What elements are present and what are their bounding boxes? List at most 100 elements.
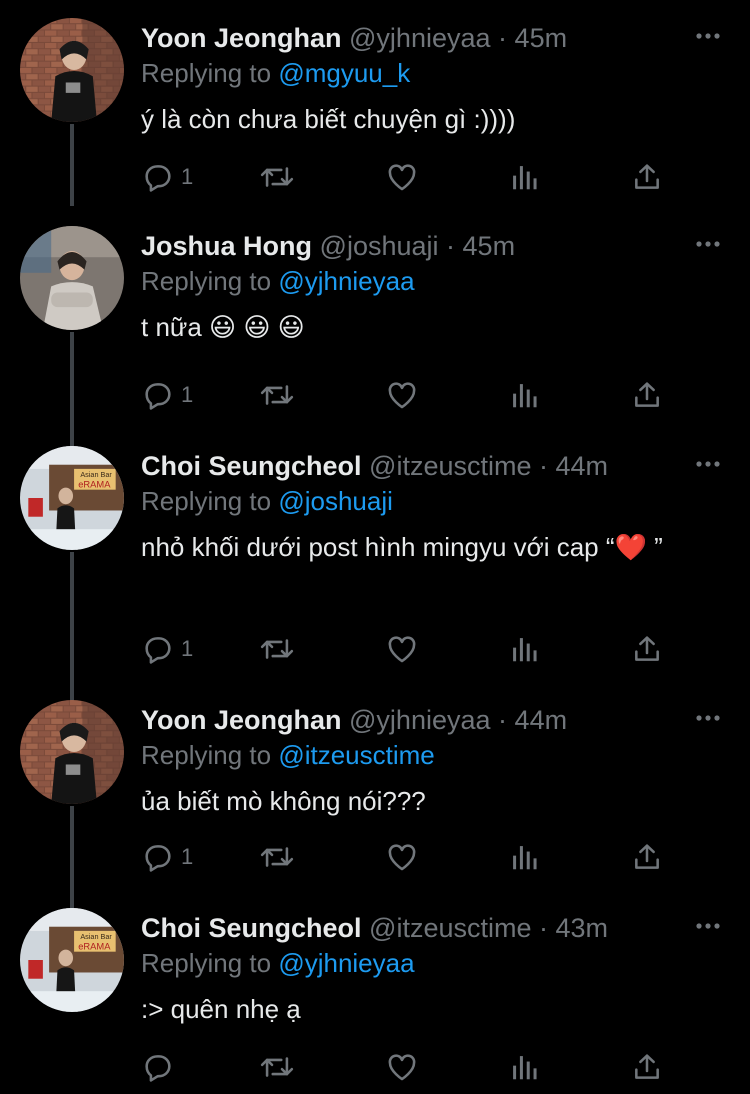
heart-icon	[385, 1050, 419, 1084]
more-icon[interactable]	[694, 452, 722, 476]
like-button[interactable]	[385, 1050, 419, 1086]
svg-text:Asian Bar: Asian Bar	[80, 470, 112, 479]
retweet-button[interactable]	[258, 1050, 296, 1086]
replying-to-handle[interactable]: @yjhnieyaa	[278, 266, 414, 296]
separator-dot: ·	[446, 231, 456, 261]
tweet-text: ủa biết mò không nói???	[141, 786, 426, 816]
user-handle[interactable]: @joshuaji	[320, 231, 439, 261]
retweet-button[interactable]	[258, 632, 296, 668]
reply-count: 1	[181, 164, 194, 189]
tweet[interactable]: Asian Bar eRAMA Choi Seungcheol @itzeusc…	[0, 890, 750, 1094]
heart-icon	[385, 632, 419, 666]
retweet-button[interactable]	[258, 160, 296, 196]
reply-icon	[141, 378, 175, 412]
share-icon	[631, 378, 663, 412]
like-button[interactable]	[385, 378, 419, 414]
replying-to: Replying to @mgyuu_k	[141, 57, 410, 89]
tweet[interactable]: Yoon Jeonghan @yjhnieyaa · 44m Replying …	[0, 682, 750, 890]
tweet-actions: 1	[141, 840, 681, 876]
replying-to-handle[interactable]: @mgyuu_k	[278, 58, 410, 88]
reply-count: 1	[181, 844, 194, 869]
more-icon[interactable]	[694, 24, 722, 48]
retweet-icon	[258, 160, 296, 194]
separator-dot: ·	[498, 23, 508, 53]
reply-icon	[141, 160, 175, 194]
replying-to-handle[interactable]: @itzeusctime	[278, 740, 434, 770]
tweet-header: Joshua Hong @joshuaji · 45m	[141, 230, 670, 262]
like-button[interactable]	[385, 160, 419, 196]
display-name[interactable]: Yoon Jeonghan	[141, 705, 342, 735]
avatar[interactable]	[20, 18, 124, 122]
analytics-icon	[509, 378, 539, 412]
share-button[interactable]	[631, 632, 663, 668]
avatar[interactable]: Asian Bar eRAMA	[20, 446, 124, 550]
timestamp[interactable]: 45m	[463, 231, 516, 261]
tweet-actions: 1	[141, 378, 681, 414]
analytics-button[interactable]	[509, 840, 539, 876]
retweet-icon	[258, 840, 296, 874]
display-name[interactable]: Joshua Hong	[141, 231, 312, 261]
user-handle[interactable]: @yjhnieyaa	[349, 705, 491, 735]
replying-to: Replying to @joshuaji	[141, 485, 393, 517]
reply-icon	[141, 632, 175, 666]
more-icon[interactable]	[694, 914, 722, 938]
retweet-icon	[258, 632, 296, 666]
tweet-actions	[141, 1050, 681, 1086]
replying-to-label: Replying to	[141, 486, 272, 516]
display-name[interactable]: Choi Seungcheol	[141, 913, 362, 943]
reply-button[interactable]: 1	[141, 160, 193, 196]
share-button[interactable]	[631, 1050, 663, 1086]
tweet[interactable]: Yoon Jeonghan @yjhnieyaa · 45m Replying …	[0, 0, 750, 208]
more-icon[interactable]	[694, 706, 722, 730]
reply-icon	[141, 1050, 175, 1084]
retweet-button[interactable]	[258, 378, 296, 414]
analytics-button[interactable]	[509, 378, 539, 414]
replying-to-handle[interactable]: @joshuaji	[278, 486, 393, 516]
like-button[interactable]	[385, 632, 419, 668]
share-icon	[631, 840, 663, 874]
reply-button[interactable]: 1	[141, 378, 193, 414]
reply-count: 1	[181, 382, 194, 407]
retweet-button[interactable]	[258, 840, 296, 876]
avatar[interactable]: Asian Bar eRAMA	[20, 908, 124, 1012]
tweet-text: nhỏ khối dưới post hình mingyu với cap “…	[141, 532, 663, 562]
timestamp[interactable]: 44m	[556, 451, 609, 481]
tweet-text: :> quên nhẹ ạ	[141, 994, 301, 1024]
tweet[interactable]: Asian Bar eRAMA Choi Seungcheol @itzeusc…	[0, 428, 750, 682]
share-button[interactable]	[631, 378, 663, 414]
more-icon[interactable]	[694, 232, 722, 256]
tweet-actions: 1	[141, 632, 681, 668]
reply-button[interactable]	[141, 1050, 175, 1086]
separator-dot: ·	[539, 913, 548, 943]
like-button[interactable]	[385, 840, 419, 876]
separator-dot: ·	[539, 451, 548, 481]
share-button[interactable]	[631, 160, 663, 196]
timestamp[interactable]: 44m	[515, 705, 568, 735]
display-name[interactable]: Yoon Jeonghan	[141, 23, 342, 53]
tweet[interactable]: Joshua Hong @joshuaji · 45m Replying to …	[0, 208, 750, 428]
replying-to-handle[interactable]: @yjhnieyaa	[278, 948, 414, 978]
user-handle[interactable]: @yjhnieyaa	[349, 23, 491, 53]
timestamp[interactable]: 45m	[515, 23, 568, 53]
heart-icon	[385, 160, 419, 194]
analytics-button[interactable]	[509, 1050, 539, 1086]
avatar[interactable]	[20, 700, 124, 804]
tweet-text: ý là còn chưa biết chuyện gì :))))	[141, 104, 516, 134]
analytics-button[interactable]	[509, 160, 539, 196]
user-handle[interactable]: @itzeusctime	[369, 451, 531, 481]
replying-to-label: Replying to	[141, 740, 272, 770]
replying-to-label: Replying to	[141, 58, 272, 88]
reply-button[interactable]: 1	[141, 840, 193, 876]
timestamp[interactable]: 43m	[556, 913, 609, 943]
share-button[interactable]	[631, 840, 663, 876]
tweet-header: Choi Seungcheol @itzeusctime · 43m	[141, 912, 670, 944]
avatar[interactable]	[20, 226, 124, 330]
display-name[interactable]: Choi Seungcheol	[141, 451, 362, 481]
heart-icon	[385, 378, 419, 412]
analytics-icon	[509, 840, 539, 874]
user-handle[interactable]: @itzeusctime	[369, 913, 531, 943]
heart-icon	[385, 840, 419, 874]
analytics-button[interactable]	[509, 632, 539, 668]
tweet-header: Yoon Jeonghan @yjhnieyaa · 45m	[141, 22, 670, 54]
reply-button[interactable]: 1	[141, 632, 193, 668]
